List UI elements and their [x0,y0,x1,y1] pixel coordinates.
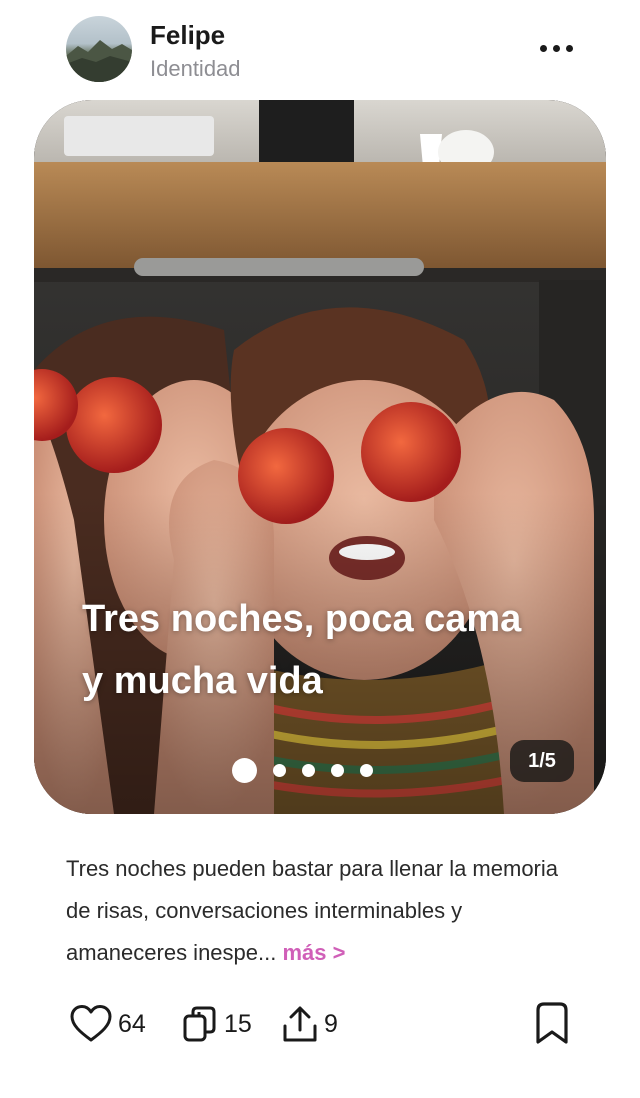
post-caption: Tres noches pueden bastar para llenar la… [66,848,586,974]
photo-carousel[interactable]: Tres noches, poca cama y mucha vida 1/5 [34,100,606,814]
avatar[interactable] [66,16,132,82]
carousel-title: Tres noches, poca cama y mucha vida [82,598,522,702]
repost-count: 15 [224,1009,252,1038]
share-icon [283,1006,317,1042]
more-options-icon[interactable] [536,38,576,58]
share-button[interactable]: 9 [282,1000,338,1048]
repost-icon [183,1006,216,1042]
share-count: 9 [324,1009,338,1038]
action-bar: 64 15 9 [70,1000,572,1048]
slide-counter: 1/5 [510,740,574,782]
repost-button[interactable]: 15 [182,1000,252,1048]
avatar-landscape-icon [66,40,132,82]
like-count: 64 [118,1009,146,1038]
page-dot-2[interactable] [273,763,286,777]
bookmark-icon[interactable] [532,1000,572,1048]
page-dot-1[interactable] [232,757,257,783]
page-dot-3[interactable] [302,763,315,777]
heart-icon [70,1005,112,1042]
user-subtitle: Identidad [150,56,241,81]
page-dot-5[interactable] [360,763,373,777]
page-dot-4[interactable] [331,763,344,777]
post-header: Felipe Identidad [66,16,576,84]
like-button[interactable]: 64 [70,1000,146,1048]
username[interactable]: Felipe [150,20,225,51]
more-link[interactable]: más > [282,940,345,965]
carousel-pagination [232,756,373,784]
